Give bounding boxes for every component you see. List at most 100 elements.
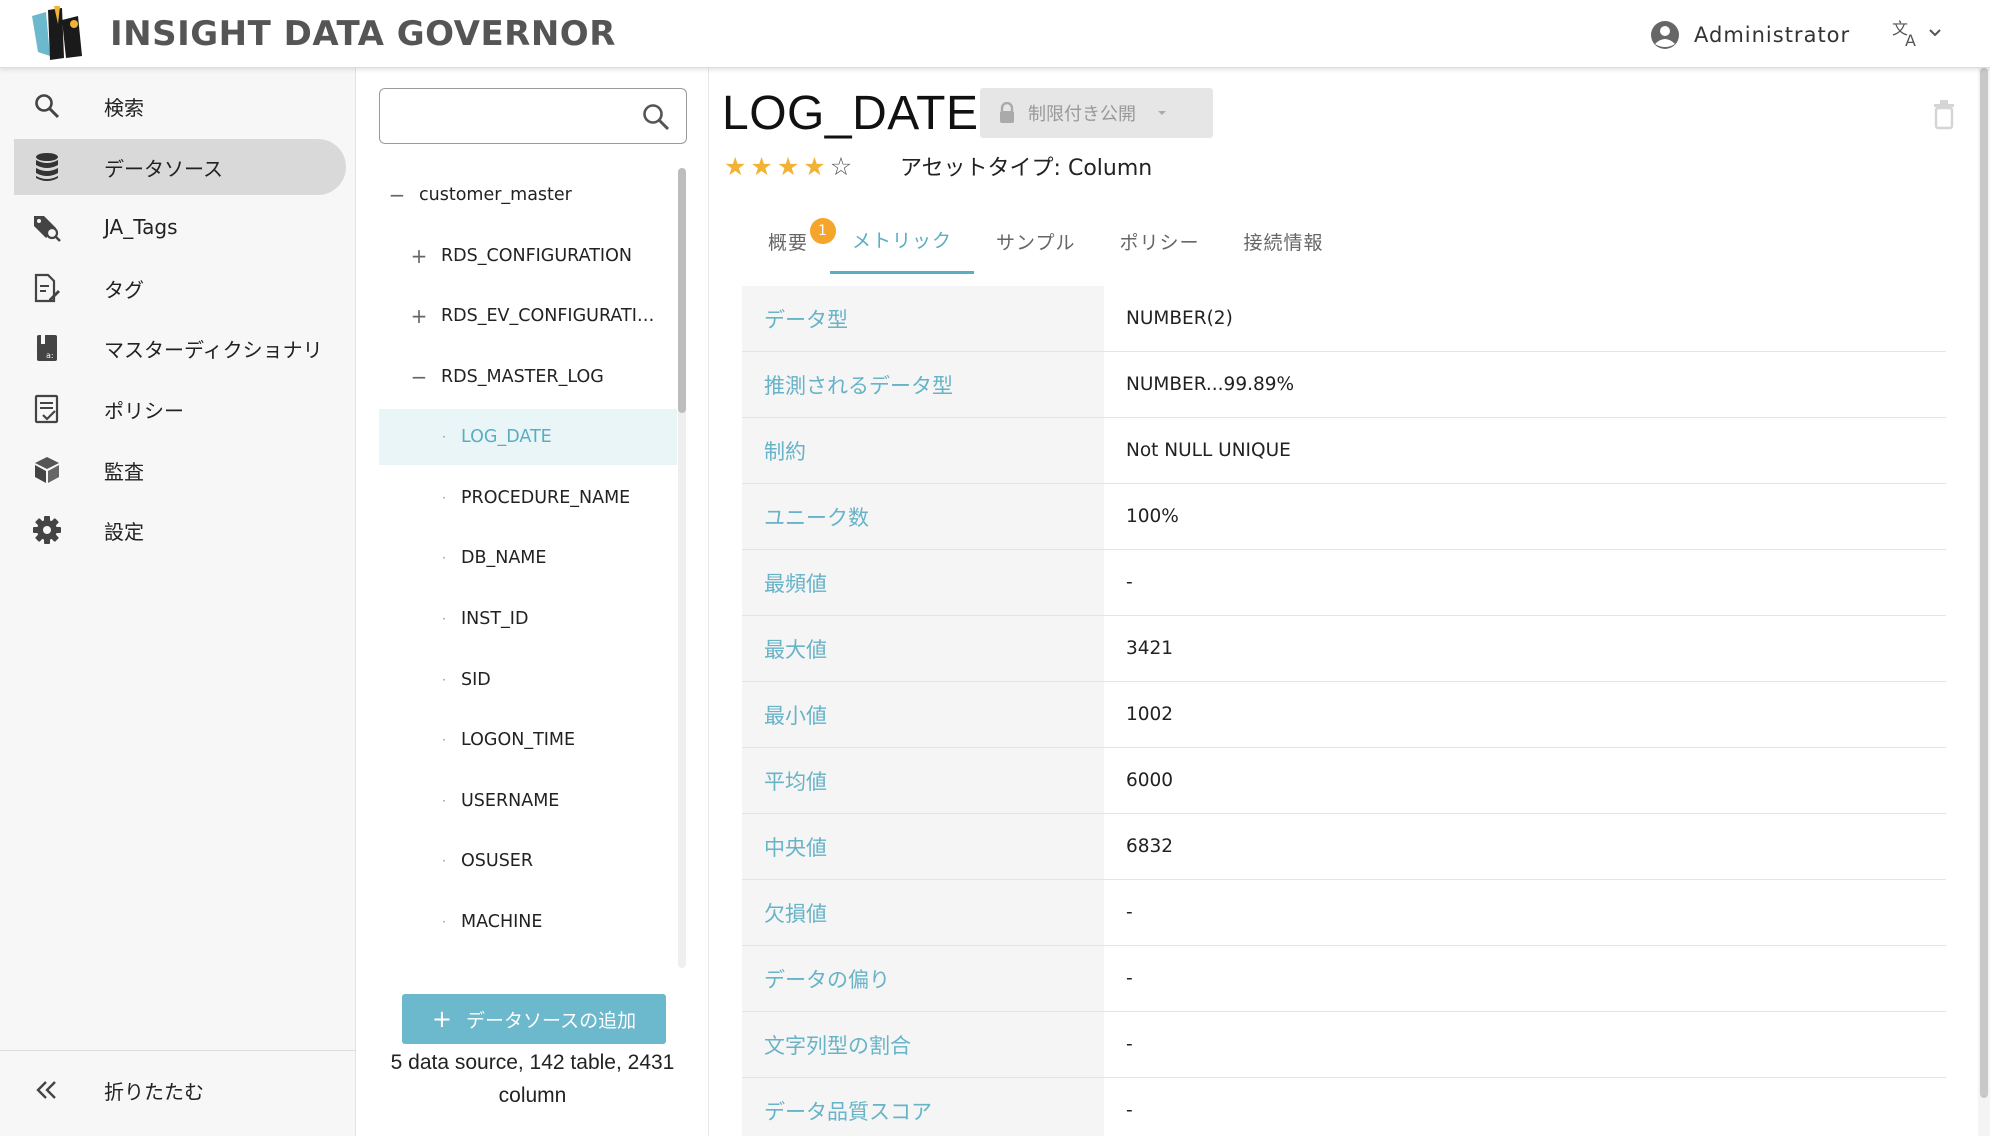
tab-metrics[interactable]: メトリック <box>830 208 975 274</box>
language-selector[interactable]: 文 A <box>1890 16 1942 50</box>
metric-value: 6832 <box>1126 836 1174 857</box>
double-chevron-left-icon <box>26 1069 68 1111</box>
metric-value: 6000 <box>1126 770 1174 791</box>
tree-item-column[interactable]: · USERNAME <box>439 773 677 829</box>
metric-value: Not NULL UNIQUE <box>1126 440 1291 461</box>
star-filled-icon[interactable]: ★ <box>724 154 746 180</box>
sidebar-item-datasource[interactable]: データソース <box>14 139 346 195</box>
tab-label: ポリシー <box>1119 231 1200 254</box>
star-filled-icon[interactable]: ★ <box>803 154 825 180</box>
star-rating[interactable]: ★ ★ ★ ★ ☆ <box>724 154 852 180</box>
bullet-icon: · <box>442 915 446 929</box>
tree-item-label: LOG_DATE <box>461 427 552 447</box>
sidebar: 検索 データソース JA_Tags タグ a: マスターディクショナリ ポリシー <box>0 68 356 1136</box>
tree-search-input[interactable] <box>390 97 630 135</box>
sidebar-item-tags[interactable]: タグ <box>14 260 346 316</box>
sidebar-item-policy[interactable]: ポリシー <box>14 381 346 437</box>
tab-connection-info[interactable]: 接続情報 <box>1221 208 1345 274</box>
expand-icon[interactable]: + <box>409 304 429 328</box>
star-filled-icon[interactable]: ★ <box>777 154 799 180</box>
metric-row: ユニーク数 100% <box>742 484 1946 550</box>
sidebar-item-label: ポリシー <box>104 398 184 423</box>
tree-item-label: RDS_CONFIGURATION <box>441 246 632 266</box>
tree-item-table[interactable]: − RDS_MASTER_LOG <box>409 349 677 405</box>
metric-row: 欠損値 - <box>742 880 1946 946</box>
app-logo-icon[interactable] <box>28 6 86 62</box>
collapse-icon[interactable]: − <box>387 183 407 207</box>
caret-down-icon <box>1158 111 1166 115</box>
tree-item-label: MACHINE <box>461 912 543 932</box>
expand-icon[interactable]: + <box>409 244 429 268</box>
tab-sample[interactable]: サンプル <box>974 208 1097 274</box>
bullet-icon: · <box>442 430 446 444</box>
collapse-label: 折りたたむ <box>104 1079 204 1104</box>
tab-overview[interactable]: 概要 1 <box>746 208 837 274</box>
tree-item-column[interactable]: · MACHINE <box>439 894 677 950</box>
asset-type: アセットタイプ: Column <box>900 156 1153 181</box>
tree-item-column[interactable]: · INST_ID <box>439 591 677 647</box>
tree-item-label: RDS_EV_CONFIGURATI… <box>441 306 655 326</box>
add-datasource-button[interactable]: + データソースの追加 <box>402 994 666 1044</box>
tree-scrollbar-thumb[interactable] <box>678 168 686 413</box>
tree-item-table[interactable]: + RDS_CONFIGURATION <box>409 228 677 284</box>
collapse-sidebar-button[interactable]: 折りたたむ <box>14 1062 346 1118</box>
tree-summary: 5 data source, 142 table, 2431 column <box>390 1051 675 1107</box>
bullet-icon: · <box>442 551 446 565</box>
plus-icon: + <box>431 1005 453 1033</box>
star-filled-icon[interactable]: ★ <box>750 154 772 180</box>
metric-row: 制約 Not NULL UNIQUE <box>742 418 1946 484</box>
tree-item-datasource[interactable]: − customer_master <box>387 167 677 223</box>
asset-title: LOG_DATE <box>722 87 979 140</box>
tree-item-column[interactable]: · OSUSER <box>439 833 677 889</box>
tree-item-table[interactable]: + RDS_EV_CONFIGURATI… <box>409 288 677 344</box>
translate-icon: 文 A <box>1892 19 1916 50</box>
tree-item-label: LOGON_TIME <box>461 730 576 750</box>
user-menu[interactable]: Administrator <box>1650 18 1850 52</box>
tree-item-column[interactable]: · DB_NAME <box>439 530 677 586</box>
tree-scrollbar[interactable] <box>678 168 686 968</box>
tree-item-column[interactable]: · PROCEDURE_NAME <box>439 470 677 526</box>
metric-row: データの偏り - <box>742 946 1946 1012</box>
trash-icon[interactable] <box>1930 98 1958 130</box>
search-icon[interactable] <box>640 101 672 133</box>
sidebar-item-master-dictionary[interactable]: a: マスターディクショナリ <box>14 320 346 376</box>
metric-label: 欠損値 <box>742 880 1104 945</box>
tree-item-column-selected[interactable]: · LOG_DATE <box>379 409 677 465</box>
document-edit-icon <box>26 267 68 309</box>
tree-item-column[interactable]: · SID <box>439 652 677 708</box>
metric-value: 100% <box>1126 506 1179 527</box>
detail-tabs: 概要 1 メトリック サンプル ポリシー 接続情報 <box>746 208 1346 274</box>
app-title: INSIGHT DATA GOVERNOR <box>110 14 616 54</box>
sidebar-item-search[interactable]: 検索 <box>14 78 346 134</box>
tree-item-label: RDS_MASTER_LOG <box>441 367 604 387</box>
metric-label: 中央値 <box>742 814 1104 879</box>
tree-item-label: SID <box>461 670 491 690</box>
metrics-table: データ型 NUMBER(2) 推測されるデータ型 NUMBER...99.89% 制… <box>742 286 1946 1136</box>
policy-icon <box>26 388 68 430</box>
user-name: Administrator <box>1694 23 1851 47</box>
collapse-icon[interactable]: − <box>409 365 429 389</box>
sidebar-divider <box>0 1050 356 1051</box>
metric-row: 推測されるデータ型 NUMBER...99.89% <box>742 352 1946 418</box>
metric-value: - <box>1126 1100 1133 1121</box>
metric-value: NUMBER(2) <box>1126 308 1233 329</box>
star-empty-icon[interactable]: ☆ <box>830 154 852 180</box>
metric-label: 最小値 <box>742 682 1104 747</box>
sidebar-item-settings[interactable]: 設定 <box>14 502 346 558</box>
tree-search-box <box>379 88 687 144</box>
metric-value: - <box>1126 902 1133 923</box>
tab-label: 接続情報 <box>1243 231 1324 254</box>
access-level-dropdown[interactable]: 制限付き公開 <box>980 88 1213 138</box>
tree-item-label: USERNAME <box>461 791 560 811</box>
main-scrollbar[interactable] <box>1978 68 1990 1136</box>
tab-policy[interactable]: ポリシー <box>1097 208 1221 274</box>
main-scrollbar-thumb[interactable] <box>1980 68 1988 1098</box>
sidebar-item-ja-tags[interactable]: JA_Tags <box>14 199 346 255</box>
sidebar-item-label: 検索 <box>104 95 144 120</box>
metric-value: 1002 <box>1126 704 1174 725</box>
tree-item-label: customer_master <box>419 185 572 205</box>
access-level-label: 制限付き公開 <box>1028 104 1136 125</box>
sidebar-item-audit[interactable]: 監査 <box>14 442 346 498</box>
metric-row: 平均値 6000 <box>742 748 1946 814</box>
tree-item-column[interactable]: · LOGON_TIME <box>439 712 677 768</box>
